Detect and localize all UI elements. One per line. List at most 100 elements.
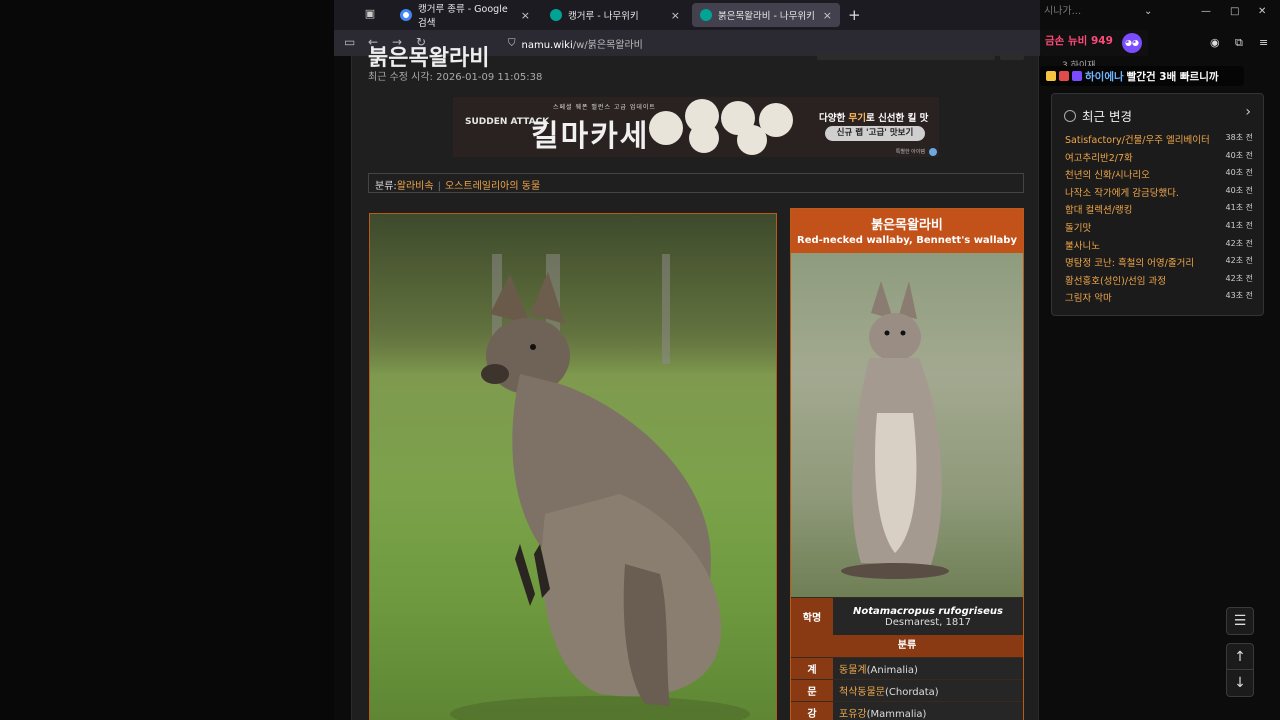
tab-bar: ▣ 캥거루 종류 - Google 검색 × 캥거루 - 나무위키 × 붉은목왈…	[334, 0, 1040, 30]
recent-change-item[interactable]: 황선홍호(성인)/선임 과정 42초 전	[1065, 273, 1253, 291]
banner-top-text: 스페셜 웨폰 밸런스 고급 업데이트	[553, 104, 656, 111]
scientific-name: Notamacropus rufogriseus	[853, 605, 1003, 617]
chat-badge-icon	[1046, 71, 1056, 81]
avatar: ◕◕	[1122, 33, 1142, 53]
infobox-title: 붉은목왈라비 Red-necked wallaby, Bennett's wal…	[791, 209, 1023, 253]
recent-change-title[interactable]: 황선홍호(성인)/선임 과정	[1065, 273, 1166, 291]
ad-banner[interactable]: 스페셜 웨폰 밸런스 고급 업데이트 SUDDEN ATTACK 킬마카세 다양…	[453, 97, 939, 157]
recent-change-time: 40초 전	[1225, 185, 1253, 195]
scroll-down-button[interactable]: ↓	[1226, 670, 1254, 697]
infobox-wallaby-image	[841, 281, 949, 579]
recent-change-item[interactable]: 명탐정 코난: 흑철의 어영/줄거리 42초 전	[1065, 255, 1253, 273]
minimize-icon[interactable]: —	[1201, 6, 1211, 17]
menu-icon[interactable]: ≡	[1259, 36, 1268, 49]
scientific-author: Desmarest, 1817	[885, 616, 971, 628]
recent-change-title[interactable]: Satisfactory/건물/우주 엘리베이터	[1065, 132, 1210, 150]
infobox-row-phylum: 문 척삭동물문(Chordata)	[791, 679, 1023, 701]
banner-cta-button[interactable]: 신규 랩 '고급' 맛보기	[825, 126, 925, 141]
recent-change-item[interactable]: 나작소 작가에게 감금당했다. 40초 전	[1065, 185, 1253, 203]
wallaby-photo[interactable]	[369, 213, 777, 720]
infobox-key: 계	[791, 658, 833, 679]
recent-change-time: 42초 전	[1225, 256, 1253, 266]
tab-wallaby[interactable]: 붉은목왈라비 - 나무위키 ×	[692, 3, 840, 27]
close-icon[interactable]: ×	[823, 9, 832, 22]
taxon-link[interactable]: 동물계	[839, 665, 867, 676]
toc-button[interactable]: ☰	[1226, 607, 1254, 635]
sidebar-toggle-icon[interactable]: ▭	[344, 35, 355, 49]
tab-label: 캥거루 종류 - Google 검색	[418, 4, 508, 29]
toolbar-button[interactable]	[1000, 52, 1024, 60]
infobox-row-scientific-name: 학명 Notamacropus rufogriseus Desmarest, 1…	[791, 597, 1023, 635]
banner-items-image	[649, 99, 809, 155]
recent-change-time: 42초 전	[1225, 273, 1253, 283]
recent-change-title[interactable]: 천년의 신화/시나리오	[1065, 167, 1150, 185]
close-icon[interactable]: ×	[671, 9, 680, 22]
chevron-right-icon[interactable]: ›	[1245, 104, 1251, 120]
screen: ▣ 캥거루 종류 - Google 검색 × 캥거루 - 나무위키 × 붉은목왈…	[0, 0, 1280, 720]
recent-change-item[interactable]: 불사니노 42초 전	[1065, 238, 1253, 256]
tab-label: 붉은목왈라비 - 나무위키	[718, 11, 815, 22]
extensions-icon[interactable]: ⧉	[1235, 36, 1243, 50]
stream-overlay-text: 시나가...	[1044, 6, 1082, 17]
recent-change-title[interactable]: 나작소 작가에게 감금당했다.	[1065, 185, 1179, 203]
taxon-link[interactable]: 포유강	[839, 709, 867, 720]
donation-overlay: 금손 뉴비 949 ◕◕	[1040, 30, 1148, 56]
ad-info-icon[interactable]	[929, 148, 937, 156]
banner-badge: 특별한 아이템	[895, 149, 925, 155]
clock-icon	[1064, 109, 1076, 122]
chat-text: 빨간건 3배 빠르니까	[1126, 70, 1219, 83]
tab-label: 캥거루 - 나무위키	[568, 11, 639, 22]
recent-change-time: 42초 전	[1225, 238, 1253, 248]
recent-changes-header[interactable]: 최근 변경	[1064, 106, 1132, 125]
tab-google-search[interactable]: 캥거루 종류 - Google 검색 ×	[392, 3, 538, 29]
chat-message: 하이에나 빨간건 3배 빠르니까	[1040, 66, 1244, 86]
scroll-up-button[interactable]: ↑	[1226, 643, 1254, 670]
infobox-key: 학명	[791, 598, 833, 635]
recent-change-title[interactable]: 여고추리반2/7화	[1065, 150, 1133, 168]
category-link[interactable]: 왈라비속	[397, 181, 434, 192]
tab-list-icon[interactable]: ▣	[362, 7, 378, 23]
banner-slogan: 다양한 무기로 신선한 킬 맛	[819, 113, 929, 124]
category-box: 분류:왈라비속 | 오스트레일리아의 동물	[368, 173, 1024, 193]
recent-change-time: 43초 전	[1225, 291, 1253, 301]
recent-change-item[interactable]: 여고추리반2/7화 40초 전	[1065, 150, 1253, 168]
recent-change-time: 40초 전	[1225, 168, 1253, 178]
infobox-name-en: Red-necked wallaby, Bennett's wallaby	[797, 235, 1017, 246]
recent-changes-panel: 최근 변경 › Satisfactory/건물/우주 엘리베이터 38초 전 여고추…	[1051, 93, 1264, 316]
recent-change-item[interactable]: 돌기맛 41초 전	[1065, 220, 1253, 238]
close-window-icon[interactable]: ✕	[1258, 6, 1266, 17]
account-icon[interactable]: ◉	[1210, 36, 1220, 49]
recent-change-title[interactable]: 명탐정 코난: 흑철의 어영/줄거리	[1065, 255, 1194, 273]
infobox-photo[interactable]	[791, 253, 1023, 597]
category-link[interactable]: 오스트레일리아의 동물	[445, 181, 540, 192]
recent-change-item[interactable]: 그림자 악마 43초 전	[1065, 290, 1253, 308]
close-icon[interactable]: ×	[521, 9, 530, 22]
recent-change-item[interactable]: 천년의 신화/시나리오 40초 전	[1065, 167, 1253, 185]
infobox-key: 강	[791, 702, 833, 720]
recent-change-item[interactable]: 함대 컬렉션/랭킹 41초 전	[1065, 202, 1253, 220]
shield-icon: ⛉	[508, 37, 516, 49]
chat-badge-icon	[1059, 71, 1069, 81]
category-prefix: 분류:	[375, 181, 397, 192]
recent-change-title[interactable]: 함대 컬렉션/랭킹	[1065, 202, 1132, 220]
new-tab-button[interactable]: +	[848, 6, 861, 24]
wallaby-figure-image	[450, 272, 750, 720]
toolbar-button[interactable]	[817, 52, 995, 60]
recent-change-title[interactable]: 그림자 악마	[1065, 290, 1112, 308]
recent-change-time: 41초 전	[1225, 203, 1253, 213]
recent-change-time: 40초 전	[1225, 150, 1253, 160]
recent-change-item[interactable]: Satisfactory/건물/우주 엘리베이터 38초 전	[1065, 132, 1253, 150]
chat-badge-icon	[1072, 71, 1082, 81]
infobox-name-ko: 붉은목왈라비	[871, 218, 943, 233]
recent-change-title[interactable]: 돌기맛	[1065, 220, 1091, 238]
taxon-link[interactable]: 척삭동물문	[839, 687, 885, 698]
donation-text: 금손 뉴비 949	[1045, 35, 1113, 47]
chevron-down-icon[interactable]: ⌄	[1144, 6, 1152, 17]
banner-title: 킬마카세	[531, 119, 650, 154]
address-bar[interactable]: ⛉ namu.wiki/w/붉은목왈라비	[508, 33, 1028, 53]
infobox-key: 문	[791, 680, 833, 701]
tab-kangaroo[interactable]: 캥거루 - 나무위키 ×	[542, 3, 688, 27]
maximize-icon[interactable]: □	[1230, 6, 1239, 17]
recent-change-title[interactable]: 불사니노	[1065, 238, 1100, 256]
left-black-area	[0, 0, 334, 720]
